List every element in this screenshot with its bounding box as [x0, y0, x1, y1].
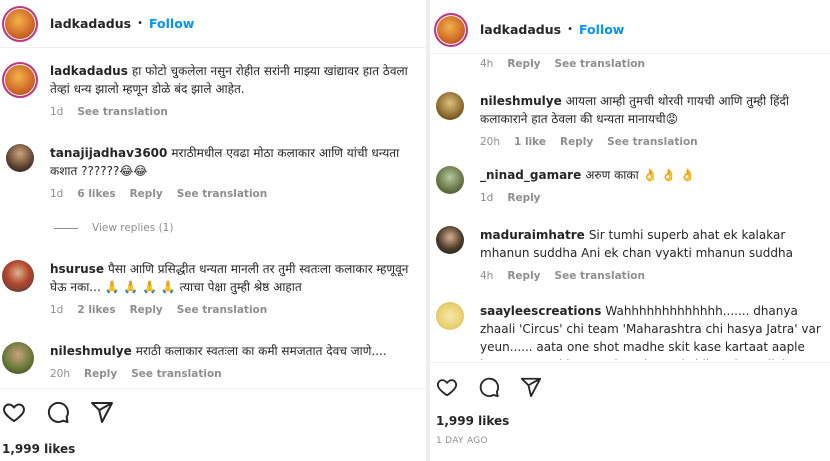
actions-separator [0, 388, 426, 389]
reply-button[interactable]: Reply [507, 270, 540, 282]
caption-avatar[interactable] [2, 62, 38, 98]
commenter-username[interactable]: nileshmulye [50, 344, 132, 358]
commenter-username[interactable]: maduraimhatre [480, 228, 585, 242]
commenter-avatar[interactable] [436, 92, 464, 120]
commenter-avatar[interactable] [2, 342, 34, 374]
comment-time: 20h [50, 368, 71, 380]
commenter-username[interactable]: tanajijadhav3600 [50, 146, 167, 160]
comment-time: 1d [480, 192, 494, 204]
commenter-avatar[interactable] [436, 166, 464, 194]
comment-likes[interactable]: 6 likes [77, 188, 115, 200]
right-post-panel: ladkadadus • Follow 4h Reply See transla… [430, 0, 830, 461]
actions-separator [430, 362, 830, 363]
likes-count[interactable]: 1,999 likes [436, 414, 509, 428]
replies-line [54, 227, 78, 229]
comment-likes[interactable]: 2 likes [77, 304, 115, 316]
caption-text: ladkadadus हा फोटो चुकलेला नसुन रोहीत सरा… [50, 62, 416, 98]
post-age: 1 DAY AGO [436, 436, 488, 446]
see-translation-link[interactable]: See translation [607, 136, 697, 148]
see-translation-link[interactable]: See translation [177, 304, 267, 316]
commenter-avatar[interactable] [436, 226, 464, 254]
comment-likes[interactable]: 1 like [514, 136, 546, 148]
commenter-username[interactable]: saayleescreations [480, 304, 601, 318]
commenter-username[interactable]: _ninad_gamare [480, 168, 581, 182]
heart-icon[interactable] [436, 376, 458, 402]
commenter-avatar[interactable] [2, 260, 34, 292]
follow-button[interactable]: Follow [149, 16, 194, 31]
comment-item: saayleescreations Wahhhhhhhhhhhhh....... … [430, 302, 830, 360]
caption-username[interactable]: ladkadadus [50, 64, 128, 78]
comment-time: 4h [480, 58, 494, 70]
follow-button[interactable]: Follow [579, 22, 624, 37]
commenter-username[interactable]: hsuruse [50, 262, 104, 276]
author-avatar[interactable] [434, 12, 468, 47]
see-translation-link[interactable]: See translation [77, 106, 167, 118]
share-icon[interactable] [520, 376, 542, 402]
comment-time: 1d [50, 188, 64, 200]
see-translation-link[interactable]: See translation [555, 270, 645, 282]
view-replies-button[interactable]: View replies (1) [54, 222, 173, 234]
comment-time: 20h [480, 136, 501, 148]
caption: ladkadadus हा फोटो चुकलेला नसुन रोहीत सरा… [0, 62, 426, 118]
reply-button[interactable]: Reply [130, 304, 163, 316]
likes-count[interactable]: 1,999 likes [2, 442, 75, 456]
post-actions [2, 400, 114, 428]
heart-icon[interactable] [2, 400, 26, 428]
share-icon[interactable] [90, 400, 114, 428]
author-avatar[interactable] [2, 5, 38, 42]
comment-item: _ninad_gamare अरुण काका 👌 👌 👌 1d Reply [430, 166, 830, 204]
commenter-avatar[interactable] [436, 302, 464, 330]
comment-item: maduraimhatre Sir tumhi superb ahat ek ka… [430, 226, 830, 282]
comment-item: hsuruse पैसा आणि प्रसिद्धीत धन्यता मानली … [0, 260, 426, 316]
see-translation-link[interactable]: See translation [555, 58, 645, 70]
left-post-panel: ladkadadus • Follow ladkadadus हा फोटो चु… [0, 0, 426, 461]
separator-dot: • [567, 24, 573, 35]
comment-item: nileshmulye आयला आम्ही तुमची थोरवी गायची … [430, 92, 830, 148]
comment-text: मराठी कलाकार स्वतःला का कमी समजतात देवच … [135, 344, 387, 358]
reply-button[interactable]: Reply [84, 368, 117, 380]
author-username[interactable]: ladkadadus [480, 22, 561, 37]
comment-item: tanajijadhav3600 मराठीमधील एवढा मोठा कलाक… [0, 144, 426, 200]
comment-time: 4h [480, 270, 494, 282]
see-translation-link[interactable]: See translation [177, 188, 267, 200]
post-actions [436, 376, 542, 402]
commenter-avatar[interactable] [6, 144, 34, 172]
previous-comment-meta: 4h Reply See translation [480, 58, 645, 70]
see-translation-link[interactable]: See translation [131, 368, 221, 380]
reply-button[interactable]: Reply [560, 136, 593, 148]
reply-button[interactable]: Reply [507, 58, 540, 70]
post-header: ladkadadus • Follow [0, 0, 426, 48]
comment-icon[interactable] [478, 376, 500, 402]
reply-button[interactable]: Reply [507, 192, 540, 204]
comment-text: अरुण काका 👌 👌 👌 [585, 168, 695, 182]
comment-time: 1d [50, 106, 64, 118]
view-replies-label: View replies (1) [92, 222, 174, 234]
commenter-username[interactable]: nileshmulye [480, 94, 562, 108]
comment-item: nileshmulye मराठी कलाकार स्वतःला का कमी स… [0, 342, 426, 380]
separator-dot: • [137, 18, 143, 29]
comment-time: 1d [50, 304, 64, 316]
author-username[interactable]: ladkadadus [50, 16, 131, 31]
comment-icon[interactable] [46, 400, 70, 428]
reply-button[interactable]: Reply [130, 188, 163, 200]
post-header: ladkadadus • Follow [430, 6, 830, 54]
